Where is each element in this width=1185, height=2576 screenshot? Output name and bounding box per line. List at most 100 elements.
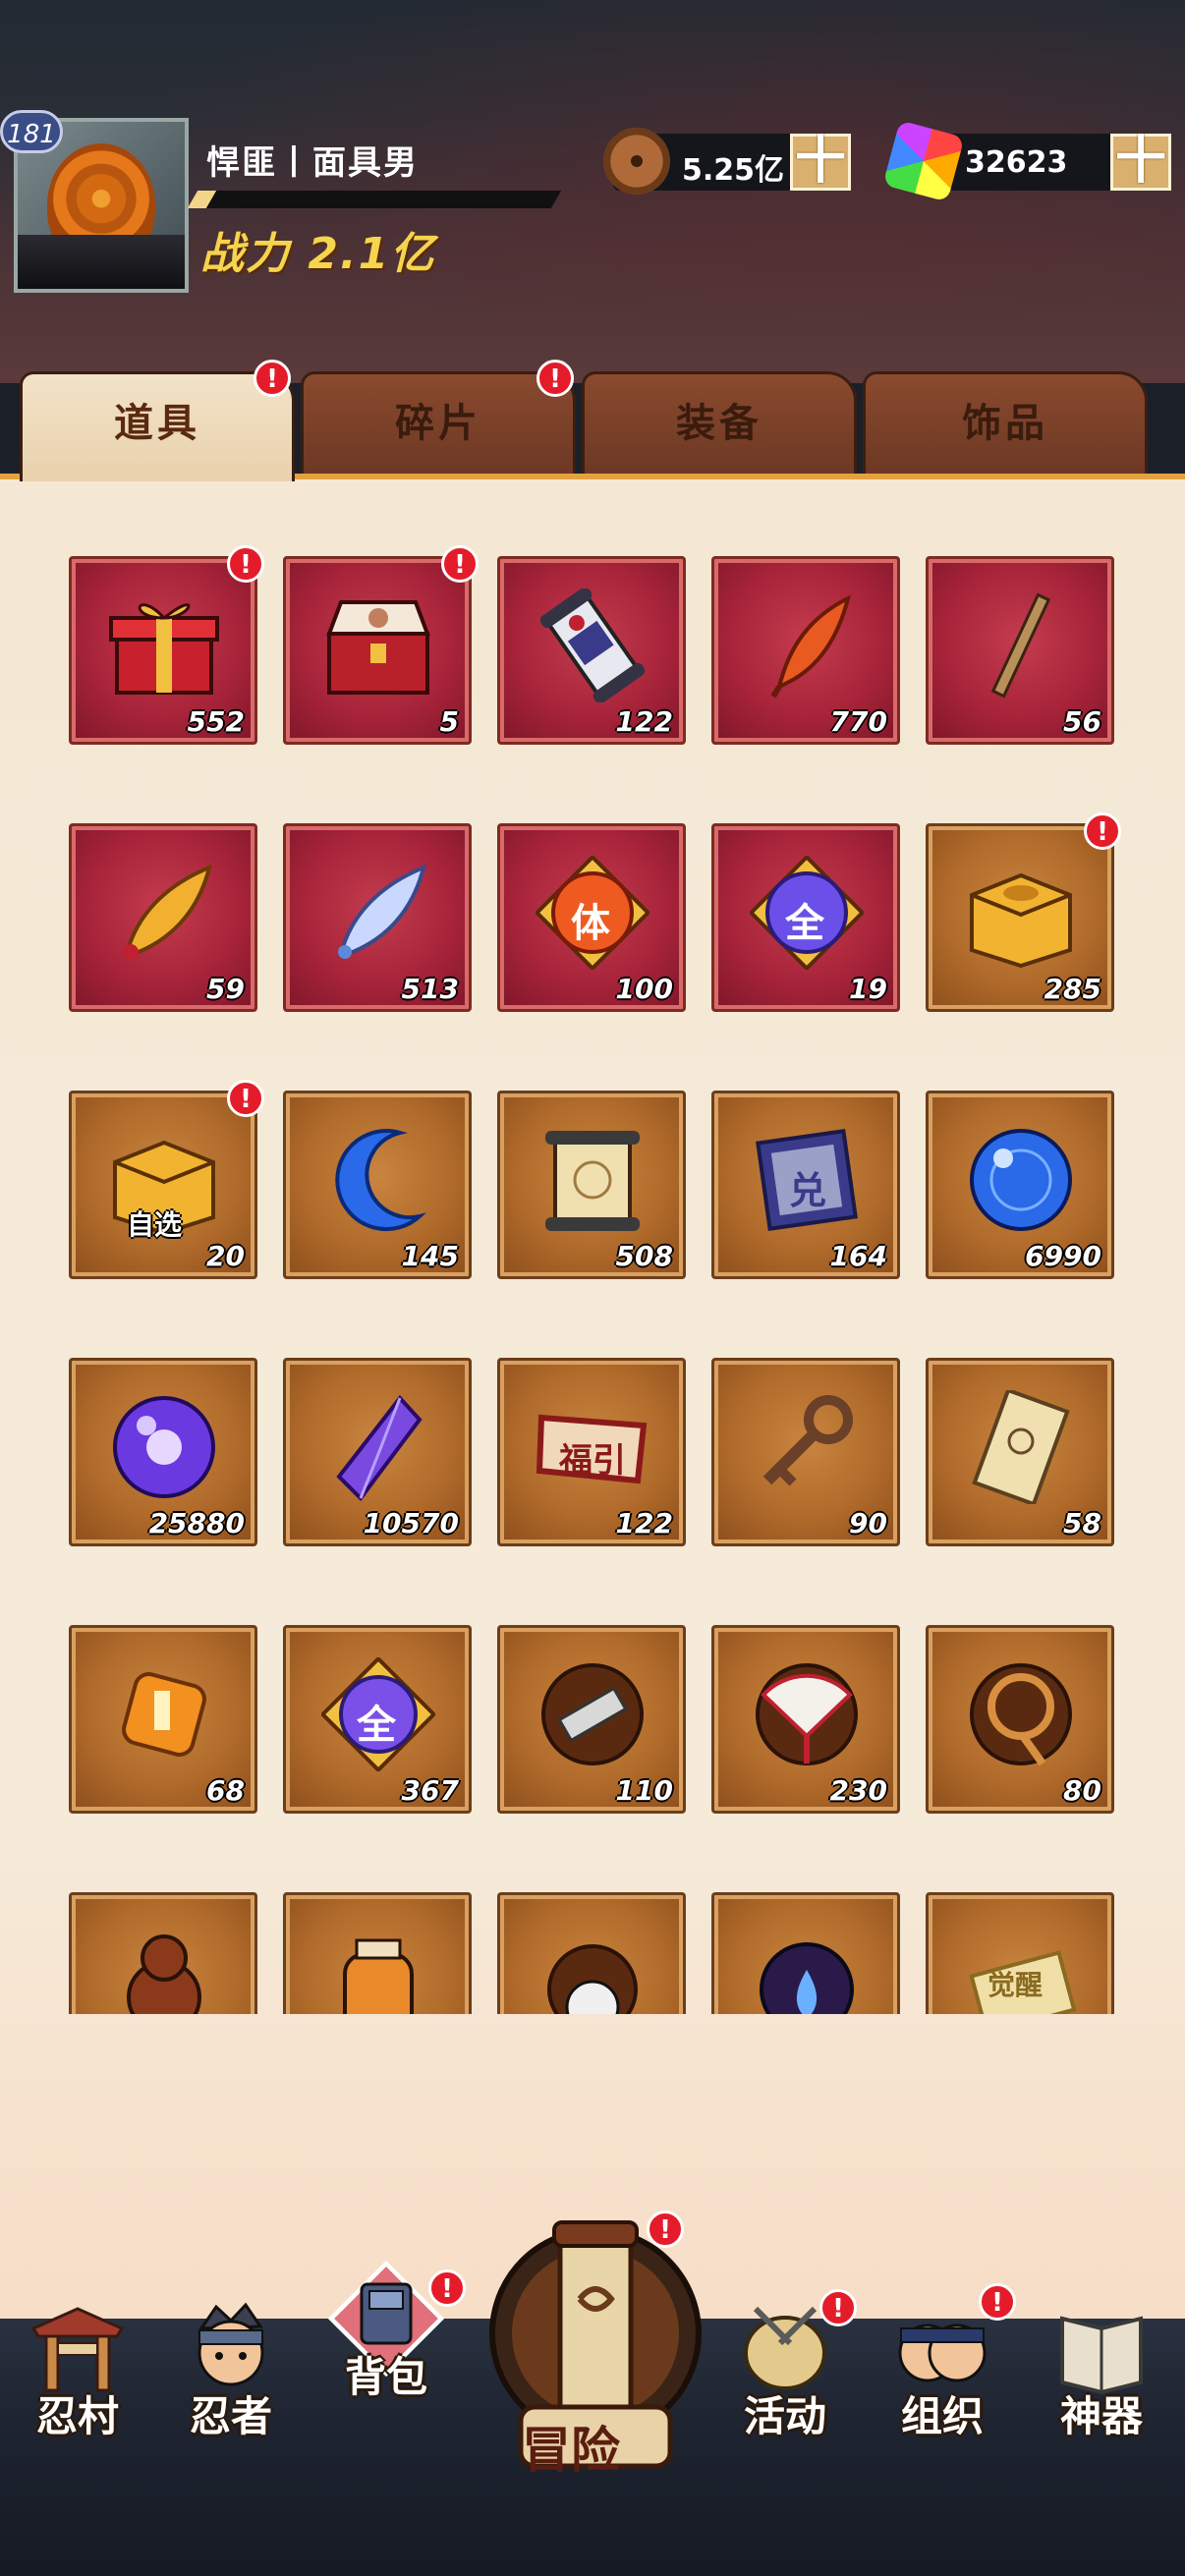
item-count: 164 xyxy=(829,1240,887,1272)
inventory-slot[interactable] xyxy=(497,1892,686,2014)
tab-items-alert: ! xyxy=(254,360,291,397)
item-count: 19 xyxy=(849,973,887,1005)
inventory-slot[interactable]: 508 xyxy=(497,1091,686,1279)
combat-power: 战力 2.1亿 xyxy=(200,229,436,279)
stick-icon xyxy=(990,592,1051,699)
player-name: 悍匪丨面具男 xyxy=(206,143,419,183)
inventory-slot[interactable]: 6990 xyxy=(926,1091,1114,1279)
add-coins-button[interactable]: 十 xyxy=(790,134,851,191)
item-glyph: 福引 xyxy=(559,1441,626,1481)
nav-backpack-alert: ! xyxy=(428,2269,466,2307)
exp-bar xyxy=(187,191,562,208)
item-count: 90 xyxy=(849,1507,887,1540)
item-grid: 552! 5! 122 770 56 59 513 体 100 全 19 285! 自选 20! 145 50… xyxy=(0,474,1185,2014)
nav-artifact-label: 神器 xyxy=(1059,2392,1143,2440)
exp-fill xyxy=(187,191,216,208)
inventory-slot[interactable]: 145 xyxy=(283,1091,472,1279)
inventory-slot[interactable]: 110 xyxy=(497,1625,686,1814)
tab-accessories[interactable]: 饰品 xyxy=(863,371,1148,474)
coin-icon xyxy=(603,128,670,195)
inventory-slot[interactable] xyxy=(283,1892,472,2014)
inventory-slot[interactable]: 513 xyxy=(283,823,472,1012)
inventory-slot[interactable] xyxy=(69,1892,257,2014)
inventory-slot[interactable]: 兑 164 xyxy=(711,1091,900,1279)
item-count: 110 xyxy=(615,1774,673,1807)
nav-activity-label: 活动 xyxy=(743,2392,826,2440)
item-count: 20 xyxy=(206,1240,245,1272)
inventory-slot[interactable]: 25880 xyxy=(69,1358,257,1546)
item-count: 56 xyxy=(1063,705,1101,738)
item-alert-badge: ! xyxy=(227,1080,264,1117)
item-alert-badge: ! xyxy=(441,545,479,583)
item-glyph: 觉醒 xyxy=(988,1969,1044,2001)
inventory-slot[interactable]: 68 xyxy=(69,1625,257,1814)
item-count: 10570 xyxy=(363,1507,459,1540)
item-count: 122 xyxy=(615,705,673,738)
inventory-slot[interactable]: 230 xyxy=(711,1625,900,1814)
ninja-face-icon xyxy=(198,2302,264,2386)
tab-equipment[interactable]: 装备 xyxy=(582,371,857,474)
inventory-slot[interactable]: 59 xyxy=(69,823,257,1012)
treasure-chest-icon xyxy=(326,600,430,695)
inventory-slot[interactable]: 80 xyxy=(926,1625,1114,1814)
item-count: 508 xyxy=(615,1240,673,1272)
item-count: 513 xyxy=(401,973,459,1005)
nav-village[interactable]: 忍村 xyxy=(4,2289,151,2476)
top-header: 181 悍匪丨面具男 战力 2.1亿 5.25亿 十 32623 十 xyxy=(0,0,1185,383)
tab-items[interactable]: 道具 xyxy=(20,371,295,481)
moon-crystal-icon xyxy=(335,1129,427,1232)
item-count: 122 xyxy=(615,1507,673,1540)
nav-ninja-label: 忍者 xyxy=(189,2392,272,2440)
inventory-slot[interactable]: 285! xyxy=(926,812,1121,1012)
purple-orb-icon xyxy=(113,1396,215,1498)
gem-counter: 32623 十 xyxy=(882,120,1171,202)
nav-organization[interactable]: 组织 ! xyxy=(869,2283,1016,2476)
level-badge: 181 xyxy=(0,110,63,153)
inventory-slot[interactable]: 自选 20! xyxy=(69,1080,264,1279)
inventory-slot[interactable]: 10570 xyxy=(283,1358,472,1546)
village-gate-icon xyxy=(30,2307,125,2392)
inventory-slot[interactable] xyxy=(711,1892,900,2014)
nav-backpack[interactable]: 背包 ! xyxy=(312,2260,466,2446)
inventory-slot[interactable]: 全 19 xyxy=(711,823,900,1012)
inventory-slot[interactable]: 福引 122 xyxy=(497,1358,686,1546)
inventory-slot[interactable]: 770 xyxy=(711,556,900,745)
item-glyph: 全 xyxy=(785,901,824,946)
paper-charm-icon xyxy=(972,1390,1070,1504)
gourd-icon xyxy=(127,1934,201,2014)
inventory-slot[interactable]: 552! xyxy=(69,545,264,745)
inventory-slot[interactable]: 56 xyxy=(926,556,1114,745)
item-count: 145 xyxy=(401,1240,459,1272)
item-count: 285 xyxy=(1044,973,1101,1005)
spirit-orb-icon xyxy=(760,1942,854,2014)
item-count: 68 xyxy=(206,1774,245,1807)
nav-activity-alert: ! xyxy=(819,2289,857,2326)
inventory-slot[interactable]: 58 xyxy=(926,1358,1114,1546)
blue-orb-icon xyxy=(970,1129,1072,1231)
rainbow-gem-icon xyxy=(882,120,965,202)
item-count: 770 xyxy=(829,705,887,738)
nav-adventure[interactable]: 冒险 ! xyxy=(481,2211,709,2479)
tab-fragments-alert: ! xyxy=(536,360,574,397)
inventory-slot[interactable]: 90 xyxy=(711,1358,900,1546)
nav-ninja[interactable]: 忍者 xyxy=(157,2289,305,2476)
jar-icon xyxy=(343,1938,414,2014)
scroll-icon xyxy=(539,588,646,702)
nav-artifact[interactable]: 神器 xyxy=(1028,2289,1175,2476)
item-count: 6990 xyxy=(1025,1240,1101,1272)
inventory-slot[interactable]: 觉醒 xyxy=(926,1892,1114,2014)
inventory-slot[interactable]: 122 xyxy=(497,556,686,745)
coin-value: 5.25亿 xyxy=(682,153,785,188)
inventory-slot[interactable]: 全 367 xyxy=(283,1625,472,1814)
item-count: 80 xyxy=(1063,1774,1101,1807)
gem-value: 32623 xyxy=(965,145,1068,180)
gold-box-icon xyxy=(970,872,1072,969)
inventory-slot[interactable]: 5! xyxy=(283,545,479,745)
tab-fragments[interactable]: 碎片 xyxy=(301,371,576,474)
item-alert-badge: ! xyxy=(1084,812,1121,850)
nav-activity[interactable]: 活动 ! xyxy=(711,2289,859,2476)
inventory-slot[interactable]: 体 100 xyxy=(497,823,686,1012)
add-gems-button[interactable]: 十 xyxy=(1110,134,1171,191)
map-scroll-icon xyxy=(545,1131,640,1231)
coin-counter: 5.25亿 十 xyxy=(603,128,851,195)
